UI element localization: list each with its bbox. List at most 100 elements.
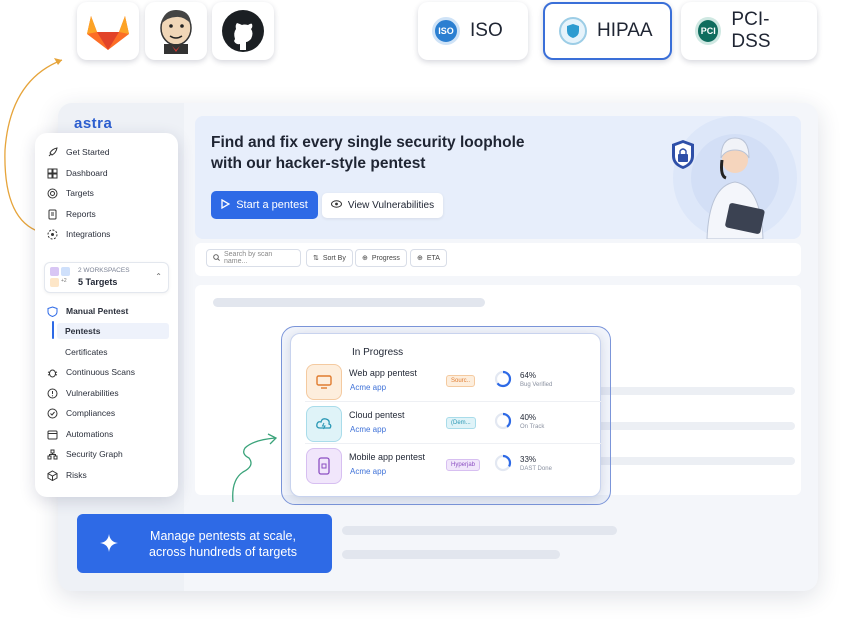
- placeholder-bar: [595, 457, 795, 465]
- graph-icon: [47, 449, 58, 460]
- plus-circle-icon: ⊕: [362, 255, 368, 262]
- search-placeholder: Search by scan name...: [224, 251, 273, 265]
- progress-label: Progress: [371, 254, 400, 262]
- mobile-icon: [306, 448, 342, 484]
- workspace-avatars: +2: [50, 267, 72, 289]
- play-icon: [221, 198, 231, 212]
- placeholder-bar: [342, 550, 560, 559]
- eta-filter[interactable]: ⊕ ETA: [410, 249, 447, 267]
- placeholder-bar: [595, 387, 795, 395]
- pci-badge-icon: PCI: [695, 17, 722, 45]
- cta-line-2: across hundreds of targets: [149, 545, 297, 559]
- cert-iso[interactable]: ISO ISO: [418, 2, 528, 60]
- eye-icon: [330, 200, 342, 211]
- sidebar-item-label: Targets: [66, 188, 94, 198]
- pentest-name: Cloud pentest: [349, 410, 405, 420]
- sidebar-item-risks[interactable]: Risks: [47, 467, 87, 483]
- pentest-app-link[interactable]: Acme app: [350, 467, 386, 476]
- sidebar-section-label: Manual Pentest: [66, 306, 129, 316]
- placeholder-bar: [342, 526, 617, 535]
- calendar-icon: [47, 429, 58, 440]
- eta-label: ETA: [426, 254, 440, 262]
- integrations-icon: [47, 229, 58, 240]
- dashboard-icon: [47, 168, 58, 179]
- github-logo: [212, 2, 274, 60]
- view-vulnerabilities-label: View Vulnerabilities: [347, 200, 435, 211]
- sidebar-item-vulnerabilities[interactable]: Vulnerabilities: [47, 385, 119, 401]
- sidebar-item-reports[interactable]: Reports: [47, 206, 96, 222]
- sidebar-item-compliances[interactable]: Compliances: [47, 405, 115, 421]
- brand-logo: astra: [74, 115, 113, 132]
- progress-percent: 40%: [520, 413, 537, 422]
- progress-status: On Track: [520, 424, 545, 430]
- sidebar-item-pentests[interactable]: Pentests: [57, 323, 169, 339]
- sort-by-button[interactable]: ⇅ Sort By: [306, 249, 353, 267]
- sidebar: Get Started Dashboard Targets Reports In…: [35, 133, 178, 497]
- source-tag: Sourc..: [446, 375, 476, 387]
- pentest-app-link[interactable]: Acme app: [350, 425, 386, 434]
- workspace-selector[interactable]: +2 2 WORKSPACES 5 Targets ⌃: [44, 262, 169, 293]
- sidebar-item-continuous-scans[interactable]: Continuous Scans: [47, 364, 135, 380]
- extra-workspaces-badge: +2: [61, 278, 67, 284]
- progress-percent: 64%: [520, 371, 537, 380]
- progress-ring: [494, 412, 512, 430]
- start-pentest-label: Start a pentest: [236, 199, 308, 211]
- sidebar-item-label: Compliances: [66, 408, 116, 418]
- pentest-row-cloud[interactable]: Cloud pentest Acme app (Dem... 40% On Tr…: [305, 406, 601, 444]
- sidebar-item-label: Dashboard: [66, 168, 108, 178]
- report-icon: [47, 209, 58, 220]
- cert-hipaa-label: HIPAA: [597, 20, 653, 41]
- tag-text: Sourc..: [451, 378, 471, 384]
- sidebar-item-integrations[interactable]: Integrations: [47, 226, 110, 242]
- cert-iso-label: ISO: [470, 20, 503, 41]
- progress-ring: [494, 454, 512, 472]
- iso-badge-icon: ISO: [432, 17, 460, 45]
- sidebar-item-dashboard[interactable]: Dashboard: [47, 165, 108, 181]
- target-icon: [47, 188, 58, 199]
- sidebar-item-get-started[interactable]: Get Started: [47, 144, 109, 160]
- sidebar-section-manual-pentest[interactable]: Manual Pentest: [47, 303, 128, 319]
- search-input[interactable]: Search by scan name...: [206, 249, 301, 267]
- sidebar-item-label: Security Graph: [66, 449, 123, 459]
- sidebar-item-automations[interactable]: Automations: [47, 426, 113, 442]
- cert-hipaa[interactable]: HIPAA: [543, 2, 672, 60]
- hacker-illustration: [672, 116, 797, 239]
- start-pentest-button[interactable]: Start a pentest: [211, 191, 318, 219]
- sidebar-item-certificates[interactable]: Certificates: [65, 344, 108, 360]
- check-circle-icon: [47, 408, 58, 419]
- pentest-app-link[interactable]: Acme app: [350, 383, 386, 392]
- github-icon: [222, 10, 264, 52]
- cert-pci-dss[interactable]: PCI PCI-DSS: [681, 2, 817, 60]
- gitlab-icon: [87, 16, 129, 50]
- progress-status: DAST Done: [520, 466, 552, 472]
- view-vulnerabilities-button[interactable]: View Vulnerabilities: [322, 193, 443, 218]
- sidebar-item-label: Certificates: [65, 347, 108, 357]
- placeholder-bar: [595, 422, 795, 430]
- chevron-updown-icon: ⌃: [155, 272, 162, 281]
- progress-percent: 33%: [520, 455, 537, 464]
- pentest-row-web[interactable]: Web app pentest Acme app Sourc.. 64% Bug…: [305, 364, 601, 402]
- monitor-icon: [306, 364, 342, 400]
- plus-circle-icon: ⊕: [417, 255, 423, 262]
- in-progress-title: In Progress: [352, 347, 404, 358]
- sidebar-item-security-graph[interactable]: Security Graph: [47, 446, 123, 462]
- sort-label: Sort By: [322, 254, 346, 262]
- workspace-targets: 5 Targets: [78, 277, 118, 287]
- sidebar-item-label: Pentests: [65, 326, 101, 336]
- cta-card: Manage pentests at scale, across hundred…: [77, 514, 332, 573]
- alert-circle-icon: [47, 388, 58, 399]
- sparkle-icon: [99, 533, 119, 557]
- progress-ring: [494, 370, 512, 388]
- sidebar-item-label: Integrations: [66, 229, 111, 239]
- squiggle-arrow: [232, 433, 278, 503]
- bug-icon: [47, 367, 58, 378]
- pentest-row-mobile[interactable]: Mobile app pentest Acme app Hyperjab 33%…: [305, 448, 601, 486]
- sidebar-item-label: Reports: [66, 209, 96, 219]
- shield-icon: [47, 305, 58, 317]
- sidebar-item-label: Vulnerabilities: [66, 388, 119, 398]
- progress-filter[interactable]: ⊕ Progress: [355, 249, 407, 267]
- in-progress-card: In Progress Web app pentest Acme app Sou…: [290, 333, 601, 497]
- sidebar-item-targets[interactable]: Targets: [47, 185, 94, 201]
- jenkins-logo: [145, 2, 207, 60]
- submenu-indicator: [52, 321, 54, 339]
